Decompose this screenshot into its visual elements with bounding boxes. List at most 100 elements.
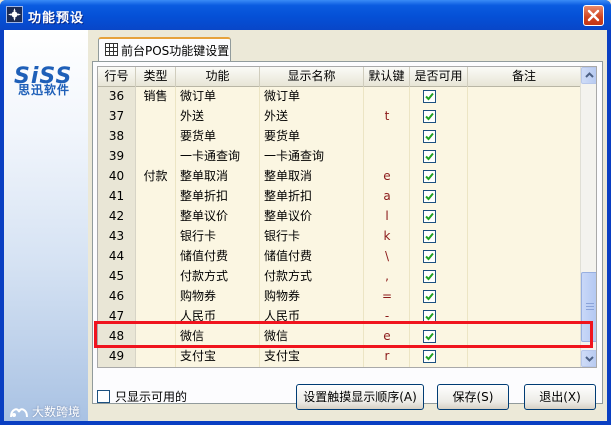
function-cell[interactable]: 外送 xyxy=(176,107,258,127)
row-number-cell[interactable]: 49 xyxy=(98,347,136,367)
enabled-checkbox[interactable] xyxy=(423,290,437,304)
row-number-cell[interactable]: 42 xyxy=(98,207,136,227)
display-name-cell[interactable]: 储值付费 xyxy=(260,247,362,267)
display-name-cell[interactable]: 支付宝 xyxy=(260,347,362,367)
display-name-cell[interactable]: 外送 xyxy=(260,107,362,127)
table-row[interactable]: 41 整单折扣 整单折扣 a xyxy=(98,187,580,207)
default-key-cell[interactable]: , xyxy=(364,267,410,287)
enabled-checkbox[interactable] xyxy=(423,230,437,244)
enabled-checkbox[interactable] xyxy=(423,150,437,164)
display-name-cell[interactable]: 购物券 xyxy=(260,287,362,307)
row-number-cell[interactable]: 46 xyxy=(98,287,136,307)
type-cell[interactable] xyxy=(136,247,175,267)
type-cell[interactable] xyxy=(136,267,175,287)
default-key-cell[interactable]: k xyxy=(364,227,410,247)
table-row[interactable]: 42 整单议价 整单议价 l xyxy=(98,207,580,227)
type-cell[interactable] xyxy=(136,147,175,167)
display-name-cell[interactable]: 一卡通查询 xyxy=(260,147,362,167)
type-cell[interactable] xyxy=(136,127,175,147)
display-name-cell[interactable]: 整单议价 xyxy=(260,207,362,227)
function-cell[interactable]: 购物券 xyxy=(176,287,258,307)
function-cell[interactable]: 要货单 xyxy=(176,127,258,147)
function-cell[interactable]: 整单议价 xyxy=(176,207,258,227)
default-key-cell[interactable]: r xyxy=(364,347,410,367)
row-number-cell[interactable]: 36 xyxy=(98,87,136,107)
column-header-default-key[interactable]: 默认键 xyxy=(364,67,410,87)
enabled-checkbox[interactable] xyxy=(423,350,437,364)
display-name-cell[interactable]: 整单折扣 xyxy=(260,187,362,207)
title-bar[interactable]: 功能预设 xyxy=(0,0,611,30)
only-available-option[interactable]: 只显示可用的 xyxy=(97,388,187,405)
type-cell[interactable] xyxy=(136,227,175,247)
default-key-cell[interactable]: \ xyxy=(364,247,410,267)
note-cell[interactable] xyxy=(488,127,580,147)
table-row[interactable]: 44 储值付费 储值付费 \ xyxy=(98,247,580,267)
row-number-cell[interactable]: 40 xyxy=(98,167,136,187)
enabled-checkbox[interactable] xyxy=(423,210,437,224)
default-key-cell[interactable]: l xyxy=(364,207,410,227)
display-name-cell[interactable]: 银行卡 xyxy=(260,227,362,247)
default-key-cell[interactable]: = xyxy=(364,287,410,307)
column-header-enabled[interactable]: 是否可用 xyxy=(410,67,468,87)
table-row[interactable]: 43 银行卡 银行卡 k xyxy=(98,227,580,247)
enabled-checkbox[interactable] xyxy=(423,90,437,104)
table-row[interactable]: 36 销售 微订单 微订单 xyxy=(98,87,580,107)
column-header-type[interactable]: 类型 xyxy=(136,67,176,87)
row-number-cell[interactable]: 45 xyxy=(98,267,136,287)
scroll-up-button[interactable] xyxy=(581,67,596,84)
exit-button[interactable]: 退出(X) xyxy=(524,384,596,410)
table-row[interactable]: 45 付款方式 付款方式, xyxy=(98,267,580,287)
function-cell[interactable]: 整单取消 xyxy=(176,167,258,187)
function-cell[interactable]: 一卡通查询 xyxy=(176,147,258,167)
default-key-cell[interactable]: e xyxy=(364,167,410,187)
note-cell[interactable] xyxy=(488,187,580,207)
note-cell[interactable] xyxy=(488,147,580,167)
column-header-note[interactable]: 备注 xyxy=(468,67,580,87)
row-number-cell[interactable]: 44 xyxy=(98,247,136,267)
type-cell[interactable] xyxy=(136,107,175,127)
close-button[interactable] xyxy=(583,5,604,26)
note-cell[interactable] xyxy=(488,207,580,227)
display-name-cell[interactable]: 整单取消 xyxy=(260,167,362,187)
type-cell[interactable] xyxy=(136,287,175,307)
note-cell[interactable] xyxy=(488,227,580,247)
default-key-cell[interactable]: t xyxy=(364,107,410,127)
note-cell[interactable] xyxy=(488,87,580,107)
note-cell[interactable] xyxy=(488,167,580,187)
note-cell[interactable] xyxy=(488,267,580,287)
table-row[interactable]: 40 付款 整单取消 整单取消 e xyxy=(98,167,580,187)
display-name-cell[interactable]: 微订单 xyxy=(260,87,362,107)
column-header-no[interactable]: 行号 xyxy=(98,67,136,87)
enabled-checkbox[interactable] xyxy=(423,270,437,284)
only-available-checkbox[interactable] xyxy=(97,390,110,403)
enabled-checkbox[interactable] xyxy=(423,170,437,184)
display-name-cell[interactable]: 要货单 xyxy=(260,127,362,147)
type-cell[interactable]: 销售 xyxy=(136,87,175,107)
enabled-checkbox[interactable] xyxy=(423,250,437,264)
column-header-function[interactable]: 功能 xyxy=(176,67,260,87)
row-number-cell[interactable]: 37 xyxy=(98,107,136,127)
note-cell[interactable] xyxy=(488,287,580,307)
type-cell[interactable] xyxy=(136,347,175,367)
default-key-cell[interactable] xyxy=(364,147,410,167)
note-cell[interactable] xyxy=(488,247,580,267)
enabled-checkbox[interactable] xyxy=(423,130,437,144)
table-row[interactable]: 46 购物券 购物券 = xyxy=(98,287,580,307)
column-header-display-name[interactable]: 显示名称 xyxy=(260,67,364,87)
function-cell[interactable]: 支付宝 xyxy=(176,347,258,367)
default-key-cell[interactable] xyxy=(364,87,410,107)
display-name-cell[interactable]: 付款方式 xyxy=(260,267,362,287)
touch-display-order-button[interactable]: 设置触摸显示顺序(A) xyxy=(296,384,424,410)
type-cell[interactable] xyxy=(136,187,175,207)
function-cell[interactable]: 储值付费 xyxy=(176,247,258,267)
table-row[interactable]: 39 一卡通查询 一卡通查询 xyxy=(98,147,580,167)
row-number-cell[interactable]: 39 xyxy=(98,147,136,167)
type-cell[interactable]: 付款 xyxy=(136,167,175,187)
function-cell[interactable]: 微订单 xyxy=(176,87,258,107)
note-cell[interactable] xyxy=(488,347,580,367)
row-number-cell[interactable]: 43 xyxy=(98,227,136,247)
table-row[interactable]: 37 外送 外送 t xyxy=(98,107,580,127)
default-key-cell[interactable]: a xyxy=(364,187,410,207)
scroll-down-button[interactable] xyxy=(581,350,596,367)
enabled-checkbox[interactable] xyxy=(423,190,437,204)
